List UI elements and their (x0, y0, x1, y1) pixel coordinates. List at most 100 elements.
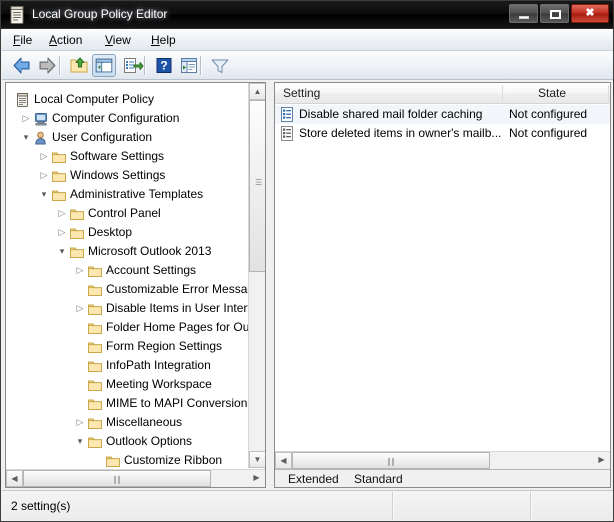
tab-label: Extended (288, 472, 339, 486)
tree-item-label: Software Settings (70, 149, 165, 163)
setting-state: Not configured (509, 126, 588, 140)
tree-item-label: Windows Settings (70, 168, 166, 182)
policy-icon (17, 93, 28, 107)
column-divider-1[interactable] (502, 85, 503, 102)
maximize-glyph (550, 10, 561, 19)
expand-collapse-chevron-icon[interactable]: ▷ (75, 261, 85, 280)
tree-item-label: Desktop (88, 225, 133, 239)
expand-collapse-chevron-icon[interactable]: ▷ (39, 166, 49, 185)
column-divider-2[interactable] (608, 85, 609, 102)
menu-file[interactable]: File (6, 32, 39, 49)
user-icon (35, 131, 46, 145)
close-button[interactable]: ✖ (571, 4, 609, 23)
folder-icon (88, 418, 102, 429)
forward-button[interactable] (35, 54, 59, 77)
tree-item-label: Meeting Workspace (106, 377, 212, 391)
folder-up-icon (70, 57, 88, 73)
expand-collapse-chevron-icon[interactable]: ▷ (21, 109, 31, 128)
folder-icon (88, 399, 102, 410)
pane-splitter[interactable] (266, 82, 274, 488)
show-hide-tree-button[interactable] (92, 54, 116, 77)
close-icon: ✖ (585, 7, 595, 19)
tab-extended[interactable]: Extended (276, 471, 348, 487)
toolbar-separator-2 (144, 56, 146, 75)
tree-item-label: Folder Home Pages for Outlook Special Fo… (106, 320, 249, 334)
status-setting-count: 2 setting(s) (11, 499, 71, 513)
title-bar[interactable]: Local Group Policy Editor ✖ (1, 1, 613, 29)
tree-item-label: Form Region Settings (106, 339, 223, 353)
console-tree-icon (95, 58, 113, 73)
table-row[interactable]: Disable shared mail folder caching Not c… (275, 105, 610, 124)
setting-state: Not configured (509, 107, 588, 121)
expand-collapse-chevron-icon[interactable]: ▷ (39, 147, 49, 166)
scroll-up-button[interactable]: ▲ (249, 83, 265, 100)
status-divider-2 (530, 492, 532, 520)
properties-button[interactable] (177, 54, 201, 77)
folder-icon (88, 266, 102, 277)
export-list-button[interactable] (120, 54, 144, 77)
tree-item-label: Outlook Options (106, 434, 193, 448)
folder-icon (88, 304, 102, 315)
tree-item-label: InfoPath Integration (106, 358, 211, 372)
help-button[interactable]: ? (152, 54, 176, 77)
up-one-level-button[interactable] (67, 54, 91, 77)
tree-vertical-scrollbar[interactable]: ▲ ☰ ▼ (248, 83, 265, 468)
scroll-right-button[interactable]: ▶ (593, 452, 610, 469)
window-title: Local Group Policy Editor (32, 7, 168, 21)
status-divider-1 (392, 492, 394, 520)
minimize-glyph (519, 16, 529, 19)
export-list-icon (124, 58, 144, 73)
tree-item-label: User Configuration (52, 130, 153, 144)
tree-item-label: MIME to MAPI Conversion (106, 396, 248, 410)
column-header-setting[interactable]: Setting (283, 83, 320, 103)
list-column-header: Setting State (275, 83, 610, 104)
folder-icon (88, 342, 102, 353)
folder-icon (88, 380, 102, 391)
horizontal-scroll-thumb[interactable]: ∥∥ (23, 470, 211, 487)
menu-help[interactable]: Help (144, 32, 183, 49)
filter-button[interactable] (208, 54, 232, 77)
tab-standard[interactable]: Standard (342, 471, 412, 487)
folder-icon (70, 228, 84, 239)
horizontal-scroll-thumb[interactable]: ∥∥ (292, 452, 490, 469)
expand-collapse-chevron-icon[interactable]: ▷ (75, 299, 85, 318)
expand-collapse-chevron-icon[interactable]: ▷ (75, 413, 85, 432)
folder-icon (88, 437, 102, 448)
tree-item-label: Account Settings (106, 263, 197, 277)
expand-collapse-chevron-icon[interactable]: ▷ (57, 204, 67, 223)
tree-item-label: Administrative Templates (70, 187, 204, 201)
maximize-button[interactable] (540, 4, 569, 23)
expand-collapse-chevron-icon[interactable]: ▾ (21, 128, 31, 147)
scroll-left-button[interactable]: ◀ (6, 470, 23, 487)
tree-item-label: Customize Ribbon (124, 453, 223, 467)
table-row[interactable]: Store deleted items in owner's mailb... … (275, 124, 610, 143)
vertical-scroll-thumb[interactable]: ☰ (249, 100, 265, 272)
tree-item-label: Computer Configuration (52, 111, 180, 125)
scroll-right-button[interactable]: ▶ (248, 470, 265, 487)
minimize-button[interactable] (509, 4, 538, 23)
console-tree-pane[interactable]: Local Computer Policy ▷ Computer Configu… (5, 82, 266, 488)
settings-list-pane[interactable]: Setting State Disable shared mail folder… (274, 82, 611, 488)
tree-item-label: Microsoft Outlook 2013 (88, 244, 212, 258)
toolbar-separator-3 (200, 56, 202, 75)
expand-collapse-chevron-icon[interactable]: ▾ (39, 185, 49, 204)
tree-item-label: Control Panel (88, 206, 161, 220)
scroll-down-button[interactable]: ▼ (249, 451, 265, 468)
scroll-left-button[interactable]: ◀ (275, 452, 292, 469)
list-horizontal-scrollbar[interactable]: ◀ ∥∥ ▶ (275, 451, 610, 469)
tree-horizontal-scrollbar[interactable]: ◀ ∥∥ ▶ (6, 469, 265, 487)
back-button[interactable] (10, 54, 34, 77)
tree-item-label: Miscellaneous (106, 415, 183, 429)
expand-collapse-chevron-icon[interactable]: ▾ (57, 242, 67, 261)
mmc-console-icon (10, 6, 24, 24)
expand-collapse-chevron-icon[interactable]: ▷ (57, 223, 67, 242)
column-header-state[interactable]: State (538, 83, 566, 103)
tree-item-label: Local Computer Policy (34, 92, 155, 106)
policy-setting-icon (281, 126, 293, 141)
menu-action[interactable]: Action (42, 32, 89, 49)
toolbar: ? (2, 51, 613, 80)
setting-name: Disable shared mail folder caching (299, 107, 483, 121)
menu-view[interactable]: View (98, 32, 138, 49)
expand-collapse-chevron-icon[interactable]: ▾ (75, 432, 85, 451)
policy-setting-icon (281, 107, 293, 122)
